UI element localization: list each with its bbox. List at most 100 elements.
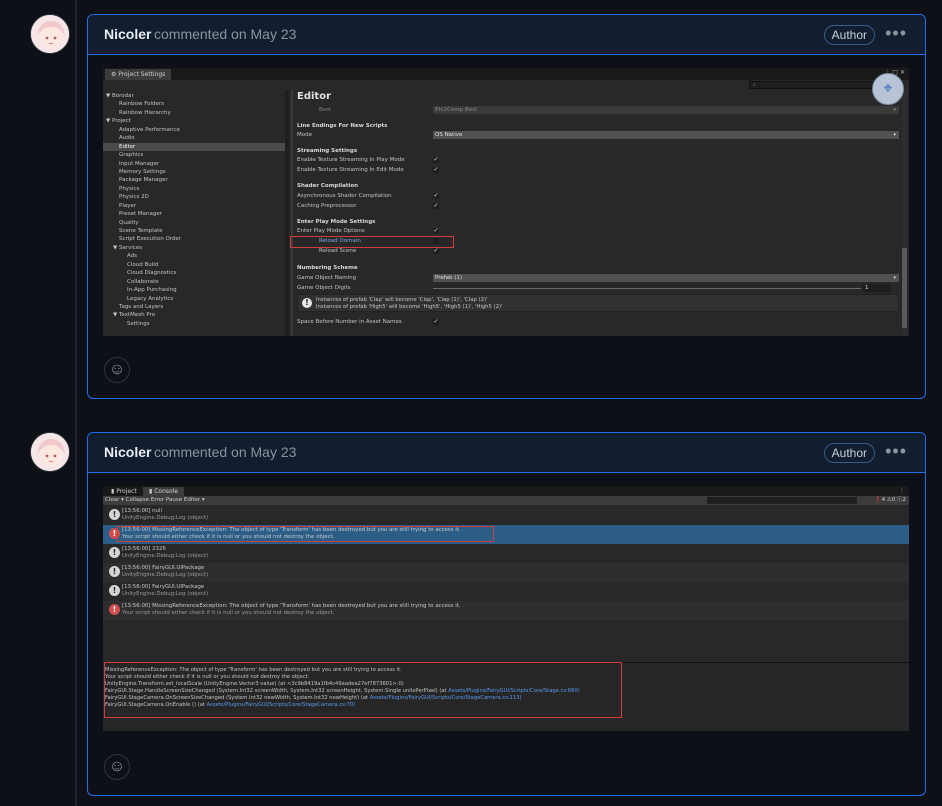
space-before-row: Space Before Number in Asset Names ✓ (297, 318, 899, 326)
tree-item[interactable]: Scene Template (103, 227, 285, 235)
go-naming-row: Game Object Naming Prefab (1) ▾ (297, 274, 899, 282)
tree-item[interactable]: Player (103, 202, 285, 210)
console-tab[interactable]: ▮ Console (143, 487, 185, 496)
panel-title: Editor (297, 91, 331, 102)
tree-item[interactable]: Package Manager (103, 176, 285, 184)
tree-item[interactable]: Tags and Layers (103, 303, 285, 311)
tree-item[interactable]: Input Manager (103, 160, 285, 168)
go-naming-dropdown[interactable]: Prefab (1) ▾ (433, 274, 899, 282)
highlight-reload-domain (290, 236, 454, 248)
mode-dropdown[interactable]: OS Native ▾ (433, 131, 899, 139)
enter-play-options-checkbox[interactable]: ✓ (433, 228, 439, 234)
caching-checkbox[interactable]: ✓ (433, 203, 439, 209)
add-reaction-smiley-icon[interactable]: ☺ (104, 357, 130, 383)
tree-item[interactable]: ▼ TextMesh Pro (103, 311, 285, 319)
enter-play-options-label: Enter Play Mode Options (297, 228, 365, 234)
tree-item[interactable]: Adaptive Performance (103, 126, 285, 134)
content-scroll-thumb[interactable] (902, 248, 907, 328)
project-tab[interactable]: ▮ Project (105, 487, 143, 496)
error-log-icon: ! (109, 604, 120, 615)
space-before-label: Space Before Number in Asset Names (297, 319, 402, 325)
log-line-2: UnityEngine.Debug:Log (object) (122, 591, 209, 597)
tree-item[interactable]: In-App Purchasing (103, 286, 285, 294)
tree-item[interactable]: Memory Settings (103, 168, 285, 176)
info-icon: ! (302, 298, 312, 308)
comment-timestamp[interactable]: commented on May 23 (154, 26, 296, 42)
naming-info-box: ! Instances of prefab 'Clap' will become… (297, 294, 899, 312)
screen-capture-icon[interactable]: ⌖ (872, 73, 904, 105)
streaming-edit-checkbox[interactable]: ✓ (433, 167, 439, 173)
go-digits-slider[interactable] (433, 288, 861, 289)
tree-item[interactable]: ▼ Borodar (103, 92, 285, 100)
add-reaction-smiley-icon[interactable]: ☺ (104, 754, 130, 780)
log-entry[interactable]: ! [13:56:00] FairyGUI.UIPackage UnityEng… (103, 563, 909, 582)
pane-divider[interactable] (291, 90, 293, 336)
tree-item[interactable]: Physics (103, 185, 285, 193)
best-value: Etc2Comp Best (435, 107, 478, 113)
console-menu-icon[interactable]: ⋮ (899, 487, 907, 494)
log-entry[interactable]: ! [13:56:00] MissingReferenceException: … (103, 601, 909, 620)
author-name[interactable]: Nicoler (104, 444, 151, 460)
settings-tree: ▼ Borodar Rainbow Folders Rainbow Hierar… (103, 92, 285, 336)
go-naming-label: Game Object Naming (297, 275, 357, 281)
avatar[interactable] (30, 14, 70, 54)
async-shader-row: Asynchronous Shader Compilation ✓ (297, 192, 899, 200)
console-toolbar: Clear ▾ Collapse Error Pause Editor ▾ ❗4… (103, 496, 909, 505)
tree-item[interactable]: Settings (103, 320, 285, 328)
editor-settings-panel: Editor Best Etc2Comp Best ▾ Line Endings … (297, 90, 899, 336)
tree-item[interactable]: Quality (103, 219, 285, 227)
space-before-checkbox[interactable]: ✓ (433, 319, 439, 325)
log-line-2: Your script should either check if it is… (122, 610, 335, 616)
tree-item[interactable]: ▼ Services (103, 244, 285, 252)
tree-item[interactable]: Script Execution Order (103, 235, 285, 243)
reload-scene-row: Reload Scene ✓ (297, 247, 899, 255)
author-name[interactable]: Nicoler (104, 26, 151, 42)
avatar[interactable] (30, 432, 70, 472)
console-toolbar-buttons[interactable]: Clear ▾ Collapse Error Pause Editor ▾ (103, 497, 205, 503)
tree-item[interactable]: Rainbow Hierarchy (103, 109, 285, 117)
streaming-play-row: Enable Texture Streaming In Play Mode ✓ (297, 156, 899, 164)
dropdown-arrow-icon: ▾ (893, 275, 896, 281)
streaming-play-checkbox[interactable]: ✓ (433, 157, 439, 163)
async-shader-checkbox[interactable]: ✓ (433, 193, 439, 199)
tree-item[interactable]: Cloud Diagnostics (103, 269, 285, 277)
project-settings-tab[interactable]: ⚙ Project Settings (105, 69, 172, 80)
streaming-edit-label: Enable Texture Streaming In Edit Mode (297, 167, 404, 173)
kebab-menu-icon[interactable]: ••• (885, 23, 907, 44)
line-endings-heading: Line Endings For New Scripts (297, 123, 388, 129)
tree-item[interactable]: Ads (103, 252, 285, 260)
comment-timestamp[interactable]: commented on May 23 (154, 444, 296, 460)
go-digits-label: Game Object Digits (297, 285, 351, 291)
tree-item-editor-selected[interactable]: Editor (103, 142, 285, 152)
tree-item[interactable]: Cloud Build (103, 261, 285, 269)
go-digits-row: Game Object Digits 1 (297, 284, 899, 292)
log-entry[interactable]: ! [13:56:00] FairyGUI.UIPackage UnityEng… (103, 582, 909, 601)
info-log-icon: ! (109, 509, 120, 520)
log-counts[interactable]: ❗4 ⚠0 ⓘ2 (875, 496, 906, 505)
info-log-icon: ! (109, 585, 120, 596)
tree-item[interactable]: Preset Manager (103, 210, 285, 218)
tree-item[interactable]: Rainbow Folders (103, 100, 285, 108)
tree-item[interactable]: Physics 2D (103, 193, 285, 201)
kebab-menu-icon[interactable]: ••• (885, 441, 907, 462)
tree-item[interactable]: Graphics (103, 151, 285, 159)
caching-row: Caching Preprocessor ✓ (297, 202, 899, 210)
log-line-1: [13:56:00] null (122, 508, 162, 514)
author-badge: Author (823, 25, 875, 45)
log-line-1: [13:56:00] FairyGUI.UIPackage (122, 565, 205, 571)
tree-scrollbar[interactable] (285, 90, 289, 336)
log-entry[interactable]: ! [13:56:00] 2326 UnityEngine.Debug:Log … (103, 544, 909, 563)
best-dropdown[interactable]: Etc2Comp Best ▾ (433, 106, 899, 114)
log-line-1: [13:56:00] FairyGUI.UIPackage (122, 584, 205, 590)
console-search-input[interactable] (707, 497, 857, 504)
tree-item[interactable]: Collaborate (103, 278, 285, 286)
tree-item[interactable]: Legacy Analytics (103, 295, 285, 303)
comment-header: Nicoler commented on May 23 Author ••• (88, 15, 925, 55)
info-log-icon: ! (109, 566, 120, 577)
log-entry[interactable]: ! [13:56:00] null UnityEngine.Debug:Log … (103, 506, 909, 525)
tree-item[interactable]: Audio (103, 134, 285, 142)
enter-play-options-row: Enter Play Mode Options ✓ (297, 227, 899, 235)
tree-item[interactable]: ▼ Project (103, 117, 285, 125)
go-digits-field[interactable]: 1 (863, 284, 891, 292)
reload-scene-checkbox[interactable]: ✓ (433, 248, 439, 254)
